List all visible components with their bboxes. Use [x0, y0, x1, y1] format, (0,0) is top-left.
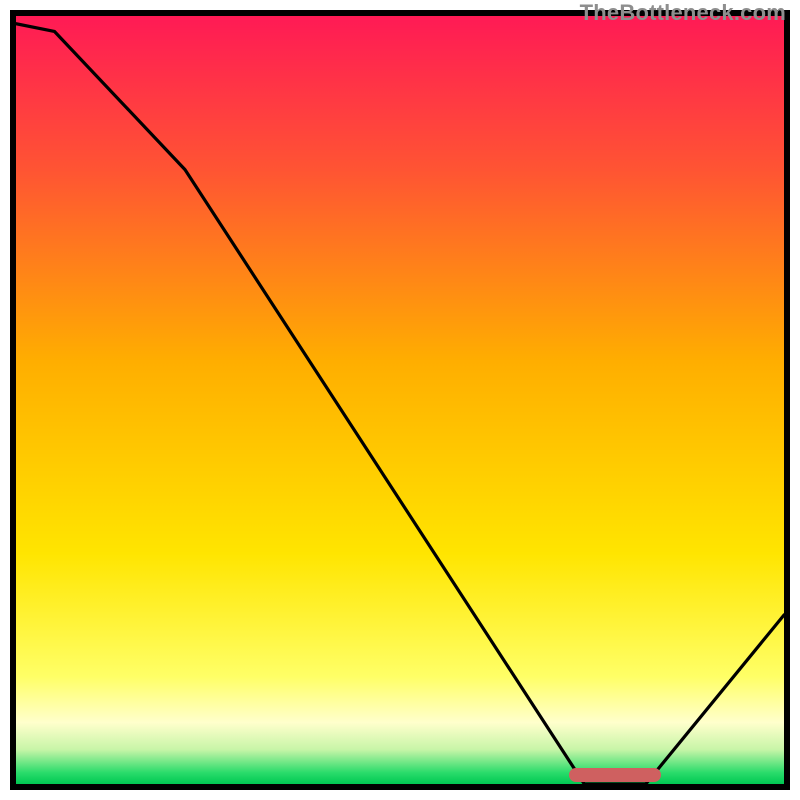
bottleneck-curve — [16, 16, 784, 784]
plot-area — [10, 10, 790, 790]
optimum-marker — [569, 768, 661, 782]
bottleneck-chart: TheBottleneck.com — [0, 0, 800, 800]
attribution-watermark: TheBottleneck.com — [580, 0, 786, 26]
